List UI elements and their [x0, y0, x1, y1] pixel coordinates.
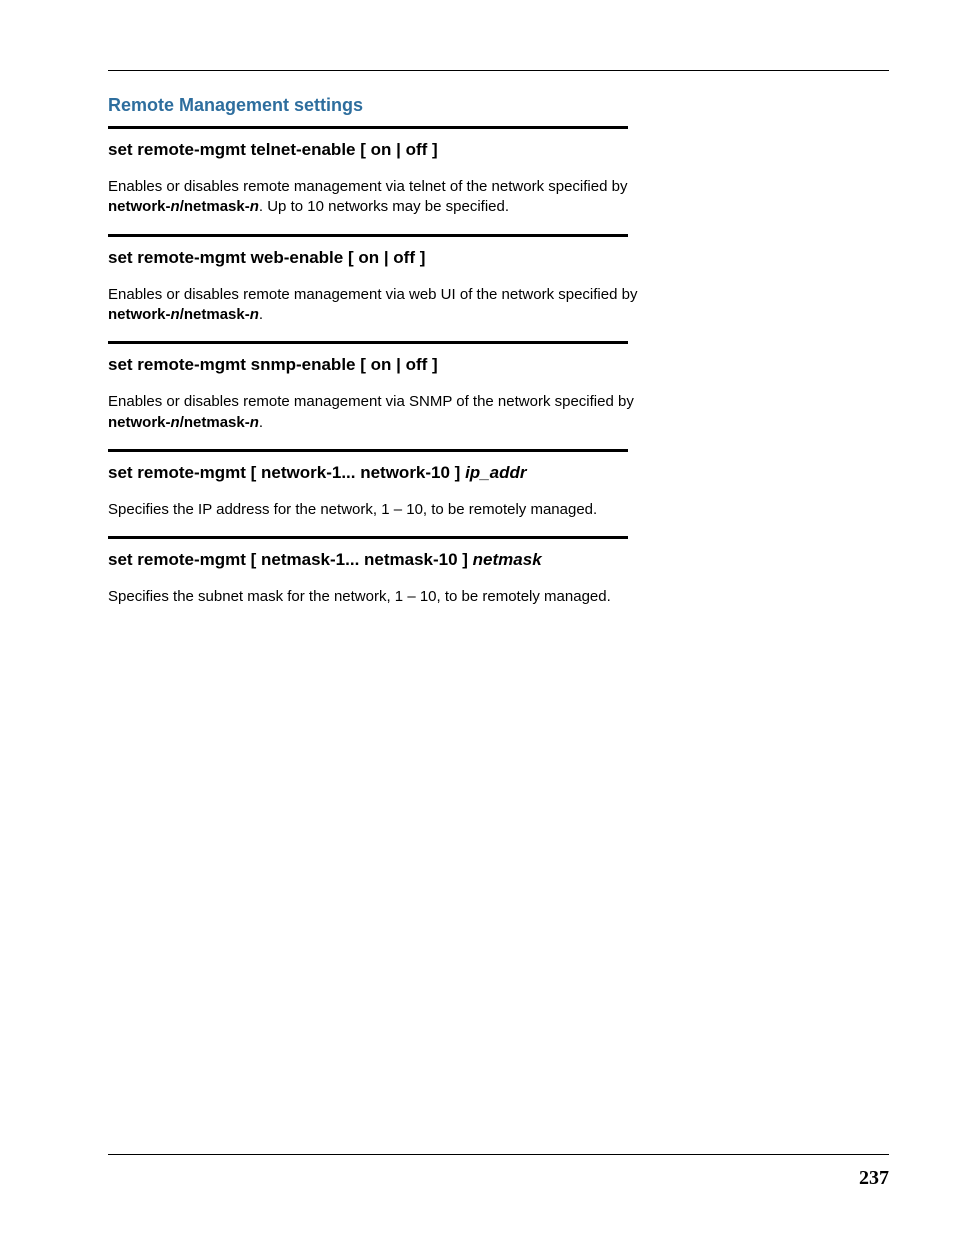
text: .	[259, 414, 263, 431]
cmd-desc-snmp: Enables or disables remote management vi…	[108, 392, 668, 433]
cmd-desc-web: Enables or disables remote management vi…	[108, 285, 668, 326]
divider	[108, 341, 628, 344]
text: set remote-mgmt [ netmask-1... netmask-1…	[108, 550, 473, 569]
cmd-heading-snmp: set remote-mgmt snmp-enable [ on | off ]	[108, 354, 668, 376]
page: Remote Management settings set remote-mg…	[0, 0, 954, 1235]
text: n	[250, 198, 259, 215]
content-area: Remote Management settings set remote-mg…	[108, 95, 668, 607]
text: netmask-	[184, 198, 250, 215]
cmd-desc-telnet: Enables or disables remote management vi…	[108, 177, 668, 218]
text: netmask	[473, 550, 542, 569]
cmd-heading-netmask: set remote-mgmt [ netmask-1... netmask-1…	[108, 549, 668, 571]
bottom-rule	[108, 1154, 889, 1155]
text: n	[171, 414, 180, 431]
cmd-desc-netmask: Specifies the subnet mask for the networ…	[108, 587, 668, 607]
page-number: 237	[859, 1167, 889, 1190]
cmd-heading-network: set remote-mgmt [ network-1... network-1…	[108, 462, 668, 484]
text: Enables or disables remote management vi…	[108, 286, 637, 303]
section-title: Remote Management settings	[108, 95, 668, 116]
text: set remote-mgmt [ network-1... network-1…	[108, 463, 465, 482]
top-rule	[108, 70, 889, 71]
text: network-	[108, 306, 171, 323]
divider	[108, 449, 628, 452]
text: Enables or disables remote management vi…	[108, 178, 627, 195]
text: netmask-	[184, 414, 250, 431]
text: n	[250, 414, 259, 431]
text: netmask-	[184, 306, 250, 323]
text: n	[171, 198, 180, 215]
text: n	[171, 306, 180, 323]
text: Enables or disables remote management vi…	[108, 393, 634, 410]
cmd-heading-telnet: set remote-mgmt telnet-enable [ on | off…	[108, 139, 668, 161]
text: .	[259, 306, 263, 323]
text: . Up to 10 networks may be specified.	[259, 198, 509, 215]
cmd-desc-network: Specifies the IP address for the network…	[108, 500, 668, 520]
text: network-	[108, 414, 171, 431]
divider	[108, 536, 628, 539]
text: network-	[108, 198, 171, 215]
text: n	[250, 306, 259, 323]
divider	[108, 234, 628, 237]
text: ip_addr	[465, 463, 526, 482]
cmd-heading-web: set remote-mgmt web-enable [ on | off ]	[108, 247, 668, 269]
divider	[108, 126, 628, 129]
